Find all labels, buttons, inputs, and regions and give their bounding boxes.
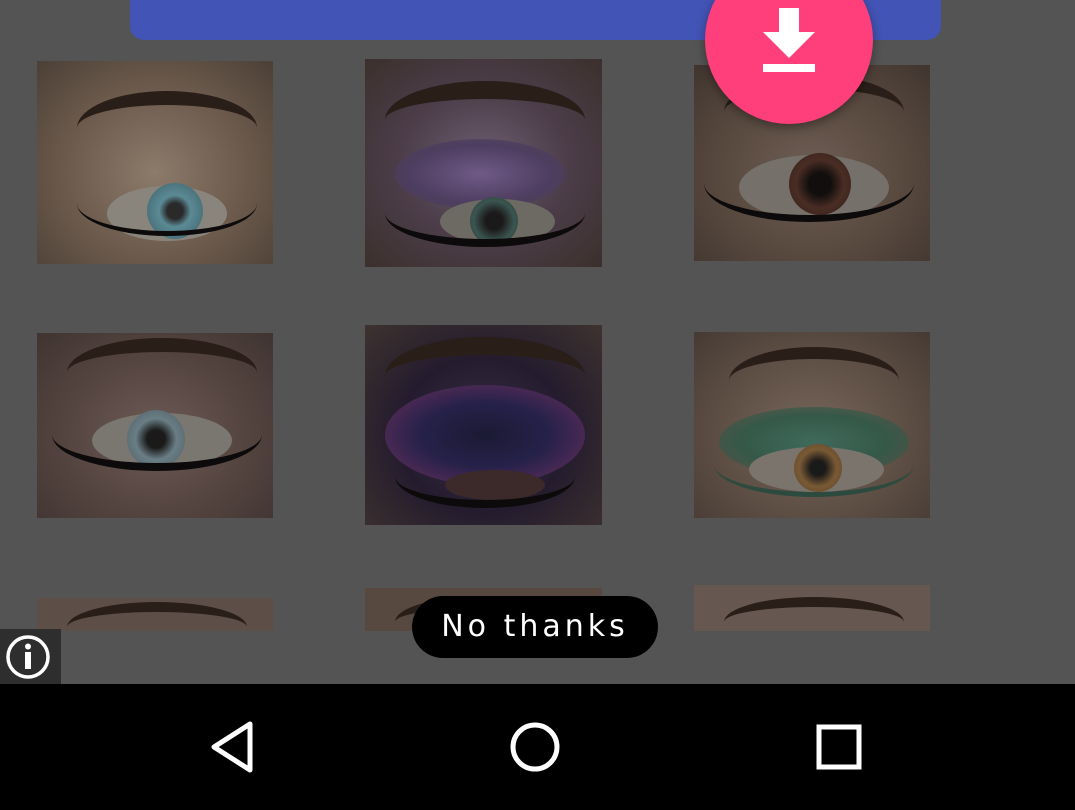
gallery-item[interactable]: [365, 59, 602, 267]
system-navigation-bar: [0, 684, 1075, 810]
back-triangle-icon: [211, 721, 253, 773]
ad-info-button[interactable]: [0, 629, 61, 684]
gallery-item[interactable]: [37, 61, 273, 264]
info-icon: [6, 635, 50, 679]
download-arrow-icon: [763, 8, 815, 72]
home-button[interactable]: [500, 714, 570, 784]
home-circle-icon: [510, 722, 560, 772]
gallery-item[interactable]: [365, 325, 602, 525]
back-button[interactable]: [200, 714, 270, 784]
gallery-item[interactable]: [694, 332, 930, 518]
no-thanks-button[interactable]: No thanks: [412, 596, 658, 658]
gallery-item[interactable]: [694, 585, 930, 631]
recents-square-icon: [816, 724, 862, 770]
gallery-item[interactable]: [37, 598, 273, 631]
gallery-content: No thanks: [0, 0, 1075, 684]
app-screen: No thanks: [0, 0, 1075, 810]
recents-button[interactable]: [804, 714, 874, 784]
gallery-item[interactable]: [37, 333, 273, 518]
